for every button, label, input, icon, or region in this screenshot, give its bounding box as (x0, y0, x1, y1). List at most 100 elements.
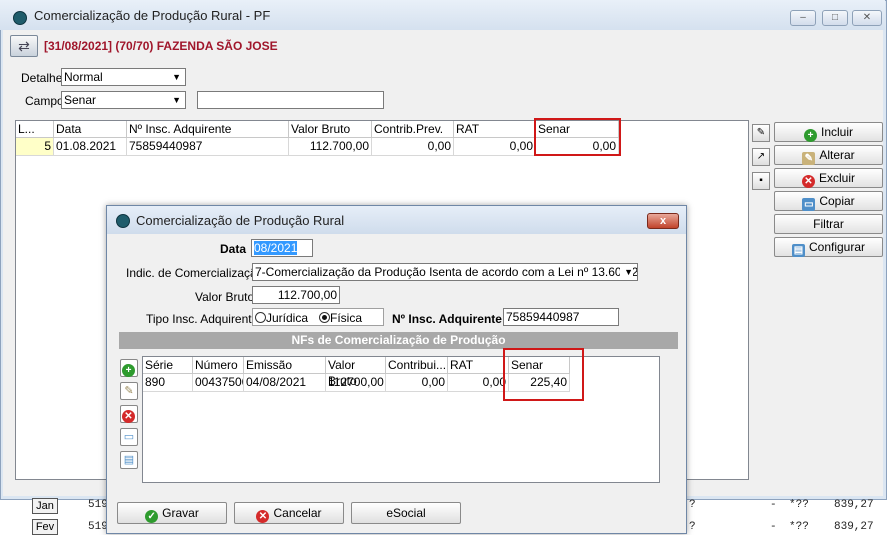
col-header-valor[interactable]: Valor Bruto (289, 121, 372, 138)
search-input[interactable] (197, 91, 384, 109)
cell-contrib[interactable]: 0,00 (372, 138, 454, 156)
nf-col-serie[interactable]: Série (143, 357, 193, 374)
filtrar-button[interactable]: Filtrar (774, 214, 883, 234)
incluir-button[interactable]: + Incluir (774, 122, 883, 142)
bg-row-mark: ? (689, 521, 696, 533)
col-header-l[interactable]: L... (16, 121, 54, 138)
bg-row-val: 839,27 (834, 521, 874, 533)
col-header-rat[interactable]: RAT (454, 121, 536, 138)
nf-cell-numero[interactable]: 00437500 (193, 374, 244, 392)
brush-icon[interactable]: ✎ (752, 124, 770, 142)
nf-edit-button[interactable]: ✎ (120, 382, 138, 400)
detalhe-select[interactable]: Normal ▼ (61, 68, 186, 86)
nf-cell-emissao[interactable]: 04/08/2021 (244, 374, 326, 392)
window-title: Comercialização de Produção Rural - PF (34, 8, 271, 23)
dialog-window: Comercialização de Produção Rural x Data… (106, 205, 687, 534)
nf-cell-rat[interactable]: 0,00 (448, 374, 509, 392)
month-button-jan[interactable]: Jan (32, 498, 58, 514)
nf-delete-button[interactable]: ✕ (120, 405, 138, 423)
radio-juridica-label: Jurídica (266, 311, 309, 325)
edit-icon: ✎ (124, 385, 134, 397)
copy-icon: ▭ (802, 198, 816, 211)
valor-input[interactable]: 112.700,00 (252, 286, 340, 304)
nf-cell-serie[interactable]: 890 (143, 374, 193, 392)
chevron-down-icon: ▼ (620, 264, 633, 280)
detalhe-value: Normal (64, 70, 103, 84)
plus-icon: + (803, 129, 817, 142)
cell-data[interactable]: 01.08.2021 (54, 138, 127, 156)
month-button-fev[interactable]: Fev (32, 519, 58, 535)
cancel-icon: ✕ (256, 510, 270, 523)
nf-col-valor[interactable]: Valor Bruto (326, 357, 386, 388)
bg-row-num: 519 (88, 521, 108, 533)
gravar-button[interactable]: ✓ Gravar (117, 502, 227, 524)
alterar-button[interactable]: ✎ Alterar (774, 145, 883, 165)
cell-valor[interactable]: 112.700,00 (289, 138, 372, 156)
configurar-button[interactable]: ▤ Configurar (774, 237, 883, 257)
close-button[interactable]: ✕ (852, 10, 882, 26)
nf-add-button[interactable]: + (120, 359, 138, 377)
data-value: 08/2021 (254, 241, 298, 255)
radio-fisica-label: Física (330, 311, 363, 325)
radio-fisica[interactable]: Física (319, 311, 362, 325)
plus-icon: + (122, 364, 135, 377)
gravar-label: Gravar (162, 506, 199, 520)
cell-insc[interactable]: 75859440987 (127, 138, 289, 156)
nf-section-header: NFs de Comercialização de Produção (119, 332, 678, 349)
maximize-button[interactable]: □ (822, 10, 848, 26)
copiar-label: Copiar (819, 194, 855, 208)
insc-input[interactable]: 75859440987 (503, 308, 619, 326)
nf-col-emissao[interactable]: Emissão (244, 357, 326, 374)
swap-arrows-icon[interactable]: ⇄ (10, 35, 38, 57)
cancelar-label: Cancelar (273, 506, 322, 520)
chevron-down-icon: ▼ (172, 72, 181, 82)
cell-l[interactable]: 5 (16, 138, 54, 156)
bg-row-dash: - (770, 499, 777, 511)
bg-row-mark: ? (689, 499, 696, 511)
excluir-button[interactable]: ✕ Excluir (774, 168, 883, 188)
nf-cell-valor[interactable]: 112700,00 (326, 374, 386, 392)
radio-juridica[interactable]: Jurídica (255, 311, 308, 325)
copiar-button[interactable]: ▭ Copiar (774, 191, 883, 211)
nf-cell-contrib[interactable]: 0,00 (386, 374, 448, 392)
nf-col-numero[interactable]: Número (193, 357, 244, 374)
valor-label: Valor Bruto (195, 290, 255, 304)
copy-icon: ▭ (123, 431, 135, 443)
nf-col-contrib[interactable]: Contribui... (386, 357, 448, 374)
indic-value: 7-Comercialização da Produção Isenta de … (255, 265, 638, 279)
dialog-close-button[interactable]: x (647, 213, 679, 229)
minimize-button[interactable]: – (790, 10, 816, 26)
excluir-label: Excluir (818, 171, 855, 185)
indic-label: Indic. de Comercialização (126, 266, 264, 280)
dialog-title: Comercialização de Produção Rural (136, 213, 345, 228)
print-icon[interactable]: ▪ (752, 172, 770, 190)
esocial-button[interactable]: eSocial (351, 502, 461, 524)
col-header-data[interactable]: Data (54, 121, 127, 138)
edit-icon: ✎ (802, 152, 816, 165)
app-icon (116, 214, 130, 228)
indic-select[interactable]: 7-Comercialização da Produção Isenta de … (252, 263, 638, 281)
delete-icon: ✕ (801, 175, 815, 188)
campo-select[interactable]: Senar ▼ (61, 91, 186, 109)
configurar-label: Configurar (808, 240, 866, 254)
nf-configure-button[interactable]: ▤ (120, 451, 138, 469)
delete-icon: ✕ (122, 410, 135, 423)
col-header-insc[interactable]: Nº Insc. Adquirente (127, 121, 289, 138)
bg-row-q: *?? (789, 499, 809, 511)
radio-circle-selected (319, 312, 330, 323)
cell-rat[interactable]: 0,00 (454, 138, 536, 156)
cancelar-button[interactable]: ✕ Cancelar (234, 502, 344, 524)
campo-value: Senar (64, 93, 97, 107)
bg-row-q: *?? (789, 521, 809, 533)
col-header-contrib[interactable]: Contrib.Prev. (372, 121, 454, 138)
nf-col-rat[interactable]: RAT (448, 357, 509, 374)
bg-row-dash: - (770, 521, 777, 533)
export-icon[interactable]: ↗ (752, 148, 770, 166)
detalhe-label: Detalhe (21, 71, 63, 85)
bg-row-num: 519 (88, 499, 108, 511)
nf-copy-button[interactable]: ▭ (120, 428, 138, 446)
data-label: Data (220, 242, 247, 256)
configure-icon: ▤ (123, 454, 135, 466)
data-input[interactable]: 08/2021 (251, 239, 313, 257)
nf-senar-highlight (503, 348, 584, 401)
